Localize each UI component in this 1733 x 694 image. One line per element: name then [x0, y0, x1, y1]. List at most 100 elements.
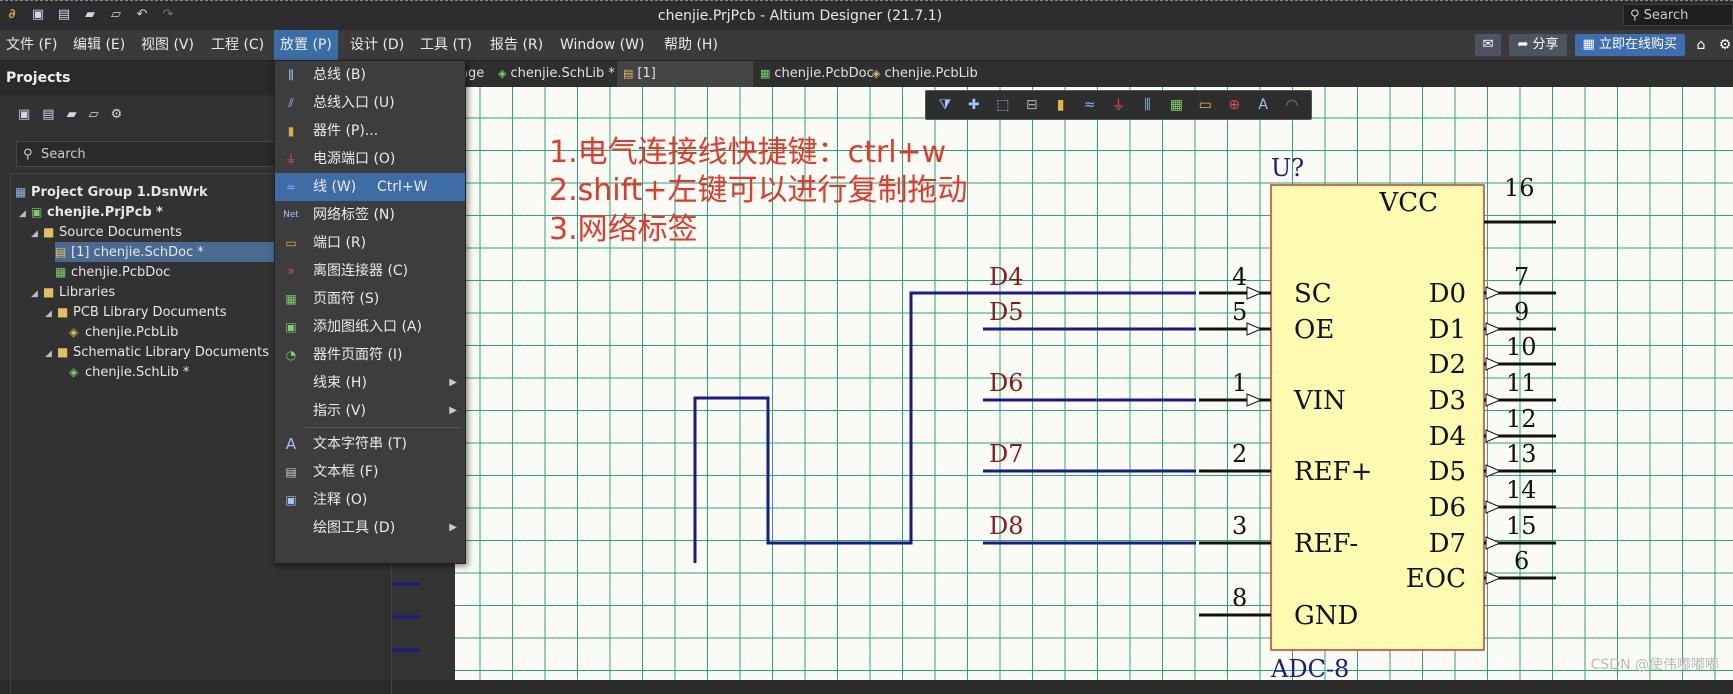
text-frame-icon: ▤ [285, 465, 297, 479]
pin-number: 12 [1506, 405, 1537, 433]
collapse-icon[interactable]: ◢ [45, 304, 57, 324]
tab-label: chenjie.PcbLib [884, 66, 978, 81]
arc-icon[interactable]: ◠ [1281, 97, 1303, 113]
menu-item-sheet-entry[interactable]: ▣ 添加图纸入口 (A) [275, 313, 465, 341]
global-search[interactable]: ⚲ Search [1623, 4, 1733, 26]
menu-item-part[interactable]: ▮ 器件 (P)... [275, 117, 465, 145]
bus-entry-icon: ⫽ [288, 96, 294, 110]
wire-icon[interactable]: ≈ [1079, 97, 1101, 113]
title-bar: ∂ ▣ ▤ ▰ ▱ ↶ ↷ chenjie.PrjPcb - Altium De… [0, 0, 1733, 30]
document-tabs: age ◈chenjie.SchLib * ▤[1] chenjie.SchDo… [392, 61, 1733, 107]
pin-number: 3 [1232, 512, 1247, 540]
tree-item-pcb-library-docs[interactable]: ◢ ■ PCB Library Documents [45, 302, 227, 322]
menu-edit[interactable]: 编辑 (E) [67, 30, 131, 60]
tree-label: PCB Library Documents [73, 305, 227, 320]
tab-pcblib[interactable]: ◈ chenjie.PcbLib [866, 61, 978, 87]
pin-number: 6 [1514, 547, 1529, 575]
move-icon[interactable]: ✚ [963, 97, 985, 113]
pin-name: D2 [1429, 350, 1466, 380]
menu-item-net-label[interactable]: Net 网络标签 (N) [275, 201, 465, 229]
menu-item-bus-entry[interactable]: ⫽ 总线入口 (U) [275, 89, 465, 117]
schematic-canvas[interactable]: U? ADC-8 VCC 16 SC OE VIN REF+ REF- GND … [392, 87, 1733, 680]
collapse-icon[interactable]: ◢ [31, 284, 43, 304]
power-port-icon[interactable]: ⏚ [1108, 95, 1130, 115]
note-icon: ▣ [285, 493, 297, 507]
component-icon[interactable]: ▮ [1050, 97, 1072, 113]
text-icon[interactable]: A [1252, 97, 1274, 113]
menu-window[interactable]: Window (W) [554, 30, 650, 60]
menu-item-text-frame[interactable]: ▤ 文本框 (F) [275, 458, 465, 486]
search-placeholder: Search [41, 147, 86, 162]
pin-name: D1 [1429, 315, 1466, 345]
net-label: D8 [989, 512, 1024, 540]
sheet-symbol-icon[interactable]: ▦ [1165, 97, 1187, 113]
folder-icon: ■ [43, 285, 55, 299]
directive-icon[interactable]: ⊕ [1223, 97, 1245, 113]
menu-reports[interactable]: 报告 (R) [484, 30, 549, 60]
wire-routed[interactable] [693, 291, 1196, 563]
menu-project[interactable]: 工程 (C) [205, 30, 270, 60]
menu-item-harness[interactable]: 线束 (H) ▶ [275, 369, 465, 397]
menu-item-label: 电源端口 (O) [313, 151, 396, 167]
folder-open-icon[interactable]: ▱ [89, 107, 99, 129]
menu-help[interactable]: 帮助 (H) [658, 30, 724, 60]
net-label: D4 [989, 263, 1024, 291]
tree-label: [1] chenjie.SchDoc * [71, 245, 204, 260]
menu-item-note[interactable]: ▣ 注释 (O) [275, 486, 465, 514]
tree-item-sch-library-docs[interactable]: ◢ ■ Schematic Library Documents [45, 342, 269, 362]
menu-item-label: 添加图纸入口 (A) [313, 319, 422, 335]
tree-item-schlib[interactable]: ◈ chenjie.SchLib * [69, 362, 189, 382]
tree-item-libraries[interactable]: ◢ ■ Libraries [31, 282, 115, 302]
menu-item-text-string[interactable]: A 文本字符串 (T) [275, 430, 465, 458]
menu-item-drawing-tools[interactable]: 绘图工具 (D) ▶ [275, 514, 465, 542]
designator: U? [1271, 154, 1304, 182]
align-icon[interactable]: ⊟ [1021, 97, 1043, 113]
menu-view[interactable]: 视图 (V) [135, 30, 200, 60]
menu-item-wire[interactable]: ≈ 线 (W) Ctrl+W [275, 173, 465, 201]
comment-button[interactable]: ✉ [1474, 34, 1502, 56]
pcb-library-icon: ◈ [69, 325, 79, 339]
pin-number: 7 [1514, 263, 1529, 291]
gear-icon[interactable]: ⚙ [1717, 37, 1733, 53]
menu-item-power-port[interactable]: ⏚ 电源端口 (O) [275, 145, 465, 173]
home-icon[interactable]: ⌂ [1693, 37, 1709, 53]
pin-number: 13 [1506, 440, 1537, 468]
pin-name-vcc: VCC [1378, 188, 1438, 218]
select-icon[interactable]: ⬚ [992, 97, 1014, 113]
tree-item-project-group[interactable]: ▦ Project Group 1.DsnWrk [15, 182, 208, 202]
port-icon[interactable]: ▭ [1194, 97, 1216, 113]
save-project-icon[interactable]: ▣ [18, 107, 30, 129]
menu-item-device-sheet-symbol[interactable]: ◔ 器件页面符 (I) [275, 341, 465, 369]
menu-place[interactable]: 放置 (P) [274, 30, 338, 60]
tree-item-pcbdoc[interactable]: ▦ chenjie.PcbDoc [55, 262, 170, 282]
menu-file[interactable]: 文件 (F) [0, 30, 63, 60]
menu-item-label: 注释 (O) [313, 492, 368, 508]
menu-tools[interactable]: 工具 (T) [414, 30, 478, 60]
menu-design[interactable]: 设计 (D) [344, 30, 410, 60]
tab-schdoc[interactable]: ▤[1] chenjie.SchDoc * [617, 61, 753, 107]
collapse-icon[interactable]: ◢ [31, 224, 43, 244]
pin-name: D0 [1429, 279, 1466, 309]
menu-item-port[interactable]: ▭ 端口 (R) [275, 229, 465, 257]
collapse-icon[interactable]: ◢ [45, 344, 57, 364]
buy-online-button[interactable]: ▦ 立即在线购买 [1574, 34, 1685, 56]
menu-item-directives[interactable]: 指示 (V) ▶ [275, 397, 465, 425]
collapse-icon[interactable]: ◢ [19, 204, 31, 224]
tree-item-pcblib[interactable]: ◈ chenjie.PcbLib [69, 322, 178, 342]
tree-item-source-docs[interactable]: ◢ ■ Source Documents [31, 222, 182, 242]
filter-icon[interactable]: ⧩ [934, 97, 956, 113]
settings-icon[interactable]: ⚙ [111, 107, 123, 129]
menu-item-bus[interactable]: ⫼ 总线 (B) [275, 61, 465, 89]
pin-name: D4 [1429, 422, 1466, 452]
tab-pcbdoc[interactable]: ▦ chenjie.PcbDoc [754, 61, 874, 87]
menu-item-off-sheet-connector[interactable]: » 离图连接器 (C) [275, 257, 465, 285]
tab-schlib[interactable]: ◈ chenjie.SchLib * [492, 61, 615, 87]
harness-icon[interactable]: ⫼ [1136, 97, 1158, 113]
copy-doc-icon[interactable]: ▤ [42, 107, 54, 129]
share-button[interactable]: ➦ 分享 [1509, 34, 1567, 56]
folder-add-icon[interactable]: ▰ [67, 107, 77, 129]
menu-item-sheet-symbol[interactable]: ▦ 页面符 (S) [275, 285, 465, 313]
tree-item-prjpcb[interactable]: ◢ ▣ chenjie.PrjPcb * [19, 202, 163, 222]
menu-item-label: 器件 (P)... [313, 123, 379, 139]
menu-item-label: 页面符 (S) [313, 291, 380, 307]
